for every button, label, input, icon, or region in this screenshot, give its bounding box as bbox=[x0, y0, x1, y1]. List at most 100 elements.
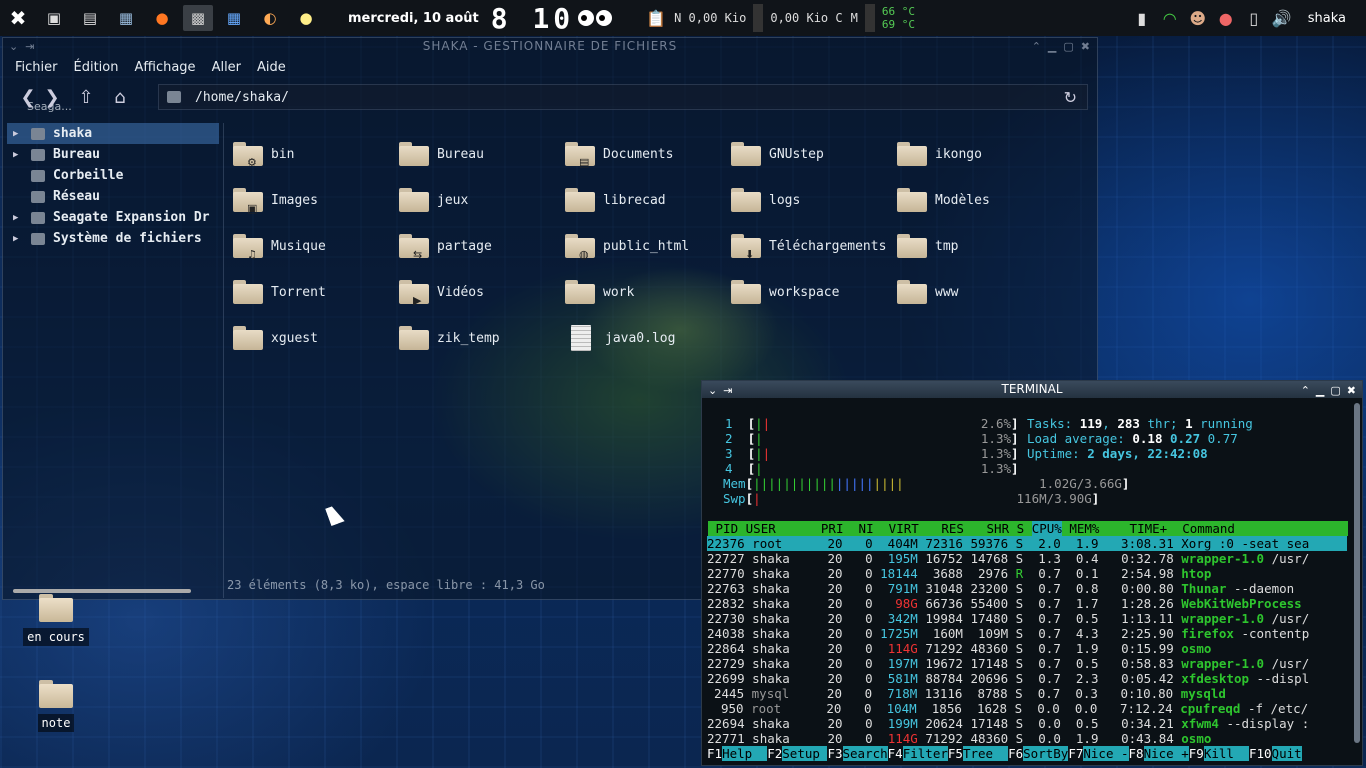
battery-icon[interactable]: ▯ bbox=[1242, 9, 1266, 28]
calculator-launcher-icon[interactable]: ▦ bbox=[219, 5, 249, 31]
home-icon[interactable]: ⌂ bbox=[109, 87, 131, 108]
table-row[interactable]: 22694 shaka 20 0 199M 20624 17148 S 0.0 … bbox=[707, 716, 1347, 731]
folder-item[interactable]: logs bbox=[731, 177, 897, 223]
desktop-folder-en-cours[interactable]: en cours bbox=[16, 594, 96, 646]
folder-item[interactable]: Modèles bbox=[897, 177, 1063, 223]
fkey-f4[interactable]: F4 Filter bbox=[888, 746, 948, 761]
file-item[interactable]: java0.log bbox=[565, 315, 731, 361]
pin-icon[interactable]: ⇥ bbox=[25, 39, 35, 55]
roll-up-icon[interactable]: ⌃ bbox=[1032, 39, 1042, 55]
expand-arrow-icon[interactable]: ▶ bbox=[13, 234, 27, 244]
sidebar-item-seagate[interactable]: ▶ Seagate Expansion Dr bbox=[7, 207, 219, 228]
table-row[interactable]: 22771 shaka 20 0 114G 71292 48360 S 0.0 … bbox=[707, 731, 1347, 746]
orange-app-icon[interactable]: ◐ bbox=[255, 5, 285, 31]
balloons-icon[interactable]: ● bbox=[1214, 9, 1238, 28]
table-row[interactable]: 22730 shaka 20 0 342M 19984 17480 S 0.7 … bbox=[707, 611, 1347, 626]
folder-item[interactable]: tmp bbox=[897, 223, 1063, 269]
maximize-icon[interactable]: ▢ bbox=[1330, 382, 1340, 399]
folder-item[interactable]: jeux bbox=[399, 177, 565, 223]
expand-arrow-icon[interactable]: ▶ bbox=[13, 129, 27, 139]
folder-item[interactable]: www bbox=[897, 269, 1063, 315]
table-row[interactable]: 950 root 20 0 104M 1856 1628 S 0.0 0.0 7… bbox=[707, 701, 1347, 716]
folder-item[interactable]: ▶ Vidéos bbox=[399, 269, 565, 315]
sidebar-scrollbar[interactable] bbox=[13, 589, 191, 593]
clipboard-icon[interactable]: 📋 bbox=[646, 9, 666, 28]
whisker-menu-icon[interactable]: ✖ bbox=[3, 5, 33, 31]
htop-output[interactable]: 1 [|| 2.6%] 2 [| 1.3%] 3 [|| 1.3%] 4 [| 1.3… bbox=[707, 401, 1349, 767]
folder-item[interactable]: workspace bbox=[731, 269, 897, 315]
fkey-f7[interactable]: F7 Nice - bbox=[1068, 746, 1129, 761]
pin-icon[interactable]: ⇥ bbox=[723, 382, 732, 399]
window-menu-icon[interactable]: ⌄ bbox=[9, 39, 19, 55]
table-row[interactable]: 24038 shaka 20 0 1725M 160M 109M S 0.7 4… bbox=[707, 626, 1347, 641]
table-row[interactable]: 22729 shaka 20 0 197M 19672 17148 S 0.7 … bbox=[707, 656, 1347, 671]
firefox-launcher-icon[interactable]: ● bbox=[147, 5, 177, 31]
terminal-scrollbar[interactable] bbox=[1354, 403, 1360, 743]
fkey-f5[interactable]: F5 Tree bbox=[948, 746, 1009, 761]
process-table-header[interactable]: PID USER PRI NI VIRT RES SHR S CPU% MEM%… bbox=[708, 521, 1348, 536]
fm-titlebar[interactable]: ⌄ ⇥ SHAKA - GESTIONNAIRE DE FICHIERS ⌃ ▁ ▢ ✖ bbox=[3, 38, 1097, 54]
table-row[interactable]: 2445 mysql 20 0 718M 13116 8788 S 0.7 0.… bbox=[707, 686, 1347, 701]
location-bar[interactable]: /home/shaka/ ↻ bbox=[158, 84, 1088, 110]
folder-item[interactable]: ◍ public_html bbox=[565, 223, 731, 269]
folder-item[interactable]: xguest bbox=[233, 315, 399, 361]
fkey-f1[interactable]: F1 Help bbox=[707, 746, 768, 761]
user-label[interactable]: shaka bbox=[1308, 11, 1346, 26]
notes-icon[interactable]: ▮ bbox=[1130, 9, 1154, 28]
wifi-icon[interactable]: ◠ bbox=[1158, 9, 1182, 28]
table-row[interactable]: 22832 shaka 20 0 98G 66736 55400 S 0.7 1… bbox=[707, 596, 1347, 611]
table-row[interactable]: 22864 shaka 20 0 114G 71292 48360 S 0.7 … bbox=[707, 641, 1347, 656]
reload-icon[interactable]: ↻ bbox=[1064, 88, 1077, 107]
folder-item[interactable]: ▣ Images bbox=[233, 177, 399, 223]
maximize-icon[interactable]: ▢ bbox=[1063, 39, 1074, 55]
fkey-f9[interactable]: F9 Kill bbox=[1189, 746, 1249, 761]
folder-item[interactable]: ikongo bbox=[897, 131, 1063, 177]
sidebar-item-corbeille[interactable]: Corbeille bbox=[7, 165, 219, 186]
expand-arrow-icon[interactable]: ▶ bbox=[13, 213, 27, 223]
calculator-window-icon[interactable]: ▩ bbox=[183, 5, 213, 31]
user-icon[interactable]: ☻ bbox=[1186, 9, 1210, 28]
terminal-launcher-icon[interactable]: ▣ bbox=[39, 5, 69, 31]
table-row[interactable]: 22727 shaka 20 0 195M 16752 14768 S 1.3 … bbox=[707, 551, 1347, 566]
close-icon[interactable]: ✖ bbox=[1347, 382, 1356, 399]
menu-fichier[interactable]: Fichier bbox=[15, 60, 58, 75]
fkey-f3[interactable]: F3 Search bbox=[827, 746, 888, 761]
table-row[interactable]: 22763 shaka 20 0 791M 31048 23200 S 0.7 … bbox=[707, 581, 1347, 596]
table-row[interactable]: 22376 root 20 0 404M 72316 59376 S 2.0 1… bbox=[707, 536, 1347, 551]
sidebar-item-shaka[interactable]: ▶ shaka bbox=[7, 123, 219, 144]
table-row[interactable]: 22699 shaka 20 0 581M 88784 20696 S 0.7 … bbox=[707, 671, 1347, 686]
minimize-icon[interactable]: ▁ bbox=[1048, 39, 1057, 55]
fkey-f6[interactable]: F6 SortBy bbox=[1008, 746, 1069, 761]
folder-item[interactable]: zik_temp bbox=[399, 315, 565, 361]
menu-affichage[interactable]: Affichage bbox=[134, 60, 195, 75]
location-path[interactable]: /home/shaka/ bbox=[195, 90, 289, 105]
up-icon[interactable]: ⇧ bbox=[75, 87, 97, 108]
pane-divider[interactable] bbox=[223, 123, 224, 598]
volume-icon[interactable]: 🔊 bbox=[1270, 9, 1294, 28]
date-label[interactable]: mercredi, 10 août bbox=[348, 11, 479, 26]
menu-aller[interactable]: Aller bbox=[212, 60, 241, 75]
forward-icon[interactable]: ❯ bbox=[41, 87, 63, 108]
fkey-f2[interactable]: F2 Setup bbox=[767, 746, 828, 761]
sidebar-item-bureau[interactable]: ▶ Bureau bbox=[7, 144, 219, 165]
desktop-folder-note[interactable]: note bbox=[16, 680, 96, 732]
sidebar-item-reseau[interactable]: Réseau bbox=[7, 186, 219, 207]
folder-item[interactable]: Bureau bbox=[399, 131, 565, 177]
folder-item[interactable]: work bbox=[565, 269, 731, 315]
folder-item[interactable]: librecad bbox=[565, 177, 731, 223]
folder-item[interactable]: ▤ Documents bbox=[565, 131, 731, 177]
sidebar-item-systeme[interactable]: ▶ Système de fichiers bbox=[7, 228, 219, 249]
text-editor-launcher-icon[interactable]: ▤ bbox=[75, 5, 105, 31]
minimize-icon[interactable]: ▁ bbox=[1316, 382, 1324, 399]
roll-up-icon[interactable]: ⌃ bbox=[1301, 382, 1310, 399]
folder-item[interactable]: ⇆ partage bbox=[399, 223, 565, 269]
terminal-titlebar[interactable]: ⌄ ⇥ TERMINAL ⌃ ▁ ▢ ✖ bbox=[702, 381, 1362, 398]
menu-aide[interactable]: Aide bbox=[257, 60, 286, 75]
folder-item[interactable]: ⬇ Téléchargements bbox=[731, 223, 897, 269]
folder-item[interactable]: ⚙ bin bbox=[233, 131, 399, 177]
clock-app-icon[interactable]: ● bbox=[291, 5, 321, 31]
folder-item[interactable]: GNUstep bbox=[731, 131, 897, 177]
fkey-f8[interactable]: F8 Nice + bbox=[1129, 746, 1189, 761]
back-icon[interactable]: ❮ bbox=[17, 87, 39, 108]
file-manager-launcher-icon[interactable]: ▦ bbox=[111, 5, 141, 31]
